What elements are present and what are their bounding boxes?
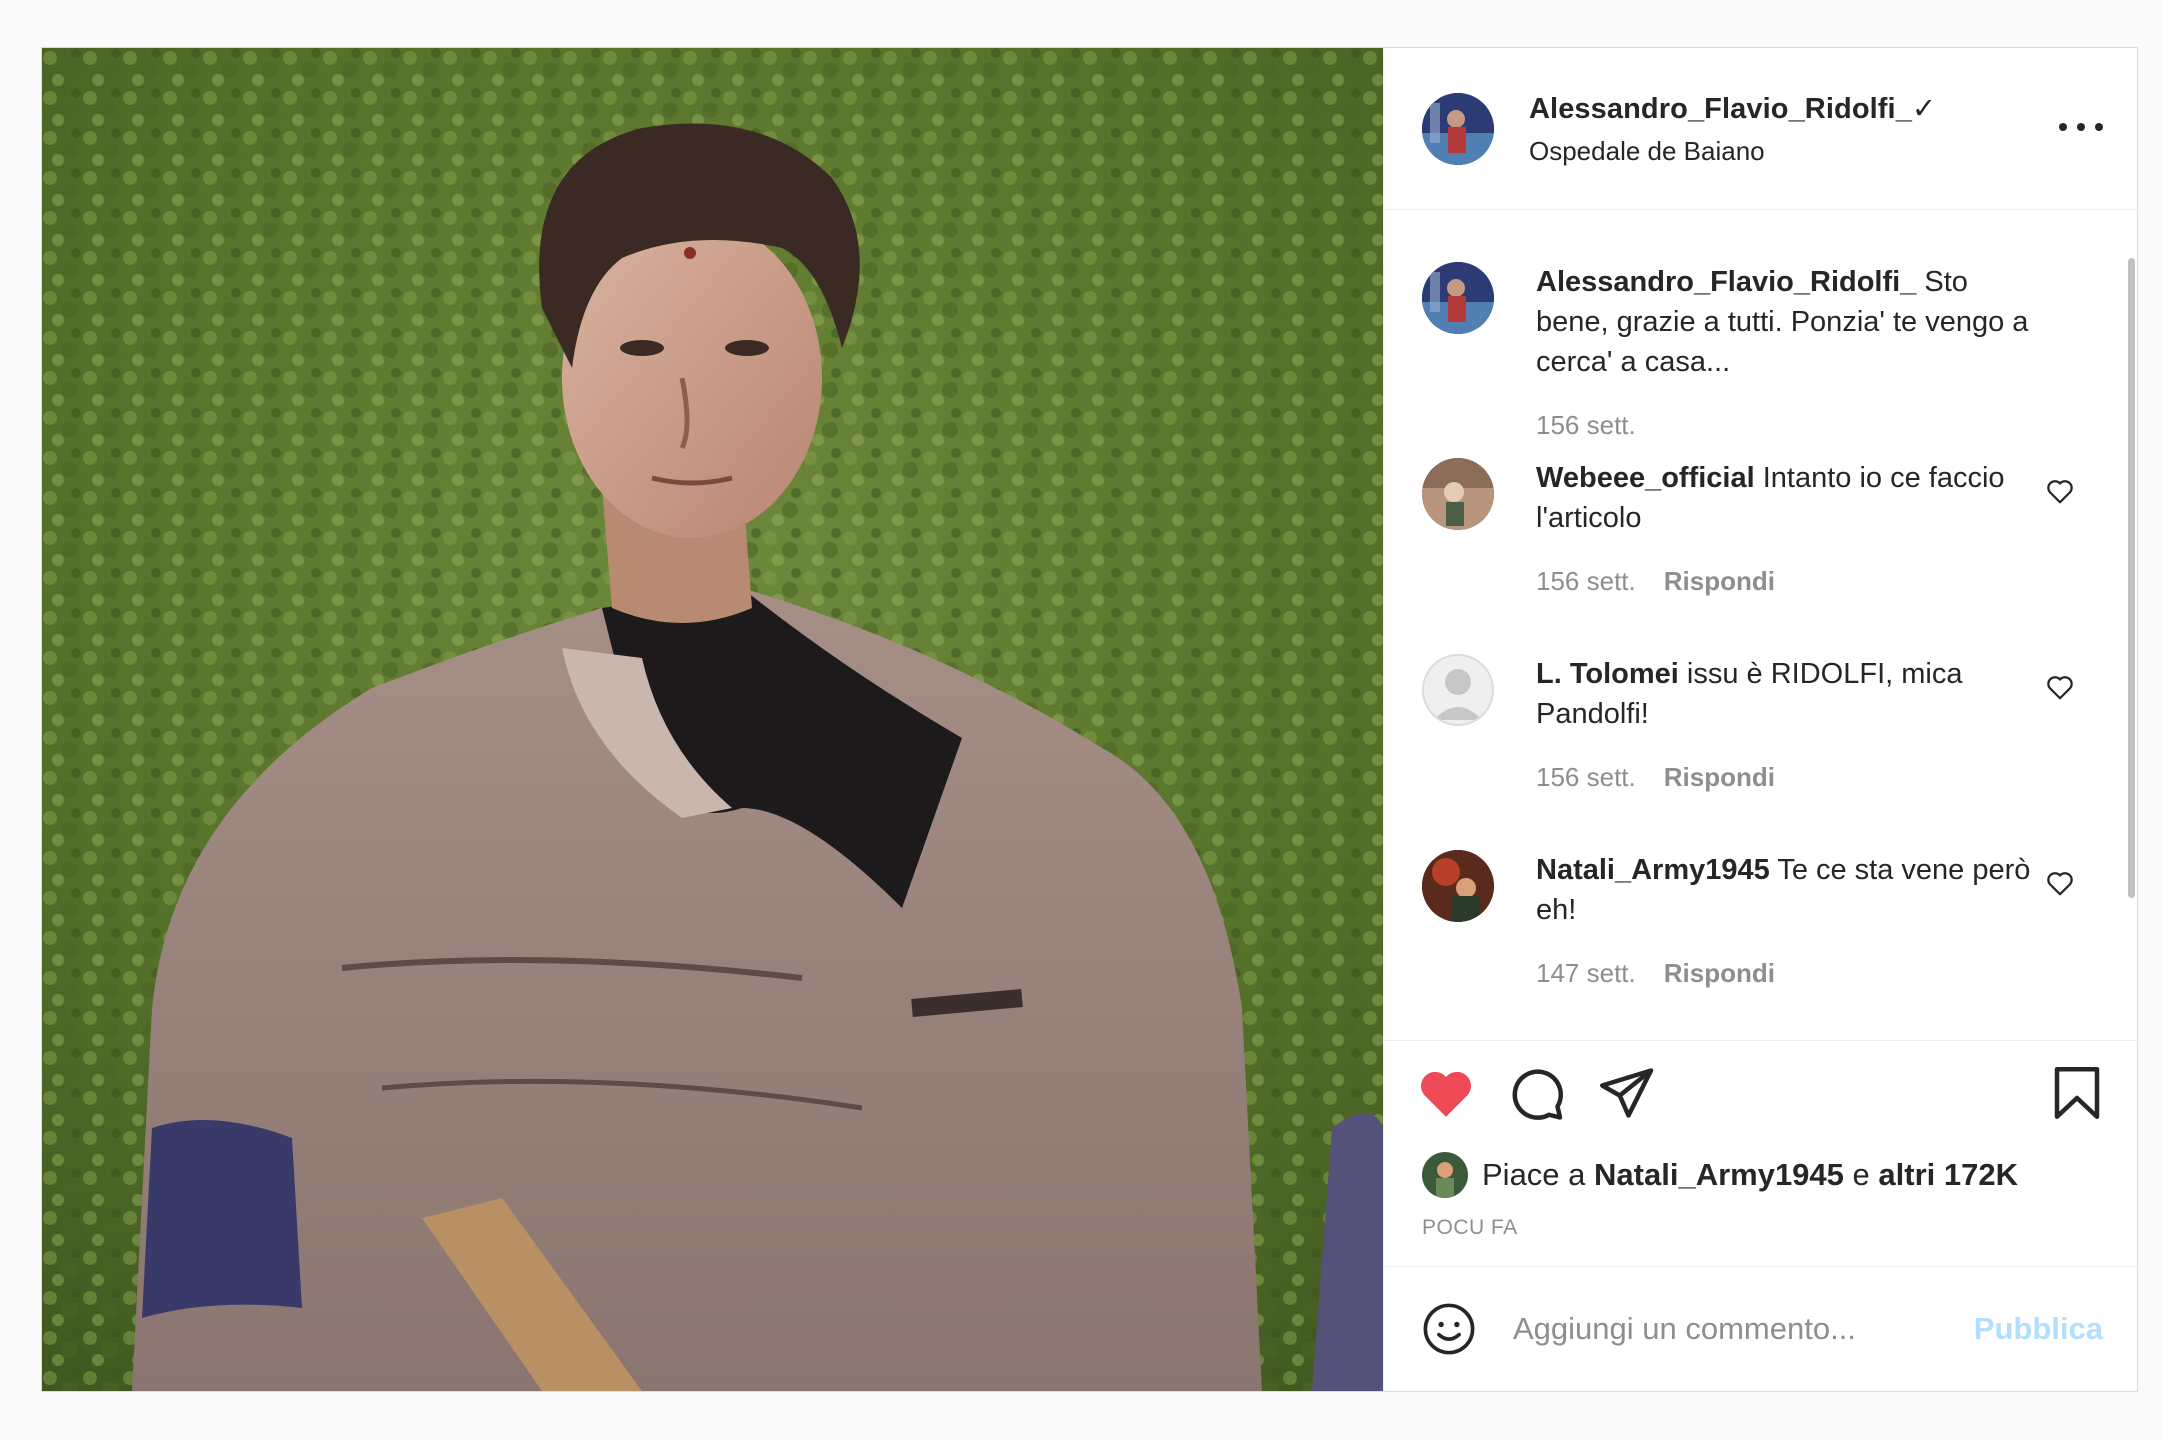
heart-icon[interactable]	[1416, 1063, 1476, 1123]
comment-meta: 156 sett. Rispondi	[1536, 762, 2036, 793]
comment-author[interactable]: Natali_Army1945	[1536, 854, 1770, 886]
commenter-avatar[interactable]	[1422, 458, 1494, 530]
reply-button[interactable]: Rispondi	[1664, 958, 1775, 989]
likes-summary: Piace a Natali_Army1945 e altri 172K	[1422, 1152, 2018, 1198]
post-header: Alessandro_Flavio_Ridolfi_✓ Ospedale de …	[1384, 48, 2137, 210]
commenter-avatar[interactable]	[1422, 654, 1494, 726]
comment-text: Webeee_official Intanto io ce faccio l'a…	[1536, 458, 2036, 538]
comment-item: L. Tolomei issu è RIDOLFI, mica Pandolfi…	[1422, 654, 2075, 793]
comment-text: L. Tolomei issu è RIDOLFI, mica Pandolfi…	[1536, 654, 2036, 734]
send-icon[interactable]	[1596, 1063, 1656, 1123]
comment-meta: 156 sett.	[1536, 410, 2036, 441]
reply-button[interactable]: Rispondi	[1664, 762, 1775, 793]
comment-time[interactable]: 156 sett.	[1536, 762, 1636, 793]
likes-prefix: Piace a	[1482, 1157, 1586, 1192]
comment-author[interactable]: L. Tolomei	[1536, 658, 1679, 690]
comment-item: Webeee_official Intanto io ce faccio l'a…	[1422, 458, 2075, 597]
comment-text: Natali_Army1945 Te ce sta vene però eh!	[1536, 850, 2036, 930]
comment-meta: 147 sett. Rispondi	[1536, 958, 2036, 989]
commenter-avatar[interactable]	[1422, 850, 1494, 922]
action-bar	[1384, 1041, 2137, 1151]
dot	[2077, 123, 2085, 131]
comments-list[interactable]: Alessandro_Flavio_Ridolfi_ Sto bene, gra…	[1384, 210, 2137, 1041]
caption-author[interactable]: Alessandro_Flavio_Ridolfi_	[1536, 266, 1916, 298]
publish-button[interactable]: Pubblica	[1974, 1311, 2103, 1347]
reply-button[interactable]: Rispondi	[1664, 566, 1775, 597]
bookmark-icon[interactable]	[2047, 1063, 2107, 1123]
caption-time[interactable]: 156 sett.	[1536, 410, 1636, 441]
caption: Alessandro_Flavio_Ridolfi_ Sto bene, gra…	[1422, 262, 2072, 441]
comment-author[interactable]: Webeee_official	[1536, 462, 1755, 494]
comment-item: Natali_Army1945 Te ce sta vene però eh! …	[1422, 850, 2075, 989]
comment-icon[interactable]	[1506, 1063, 1566, 1123]
post-location[interactable]: Ospedale de Baiano	[1529, 136, 1936, 167]
liker-avatar[interactable]	[1422, 1152, 1468, 1198]
heart-icon[interactable]	[2045, 672, 2075, 702]
heart-icon[interactable]	[2045, 476, 2075, 506]
post-time[interactable]: POCU FA	[1422, 1216, 1518, 1240]
likes-user[interactable]: Natali_Army1945	[1594, 1157, 1844, 1193]
comment-meta: 156 sett. Rispondi	[1536, 566, 2036, 597]
caption-text: Alessandro_Flavio_Ridolfi_ Sto bene, gra…	[1536, 262, 2036, 382]
post-card: Alessandro_Flavio_Ridolfi_✓ Ospedale de …	[41, 47, 2138, 1392]
emoji-icon[interactable]	[1422, 1302, 1476, 1356]
comment-time[interactable]: 147 sett.	[1536, 958, 1636, 989]
photo-image	[42, 48, 1383, 1391]
heart-icon[interactable]	[2045, 868, 2075, 898]
add-comment-bar: Pubblica	[1384, 1266, 2137, 1391]
comments-scrollbar[interactable]	[2128, 258, 2135, 898]
post-author[interactable]: Alessandro_Flavio_Ridolfi_✓	[1529, 91, 1936, 126]
post-sidebar: Alessandro_Flavio_Ridolfi_✓ Ospedale de …	[1383, 48, 2137, 1391]
likes-conj: e	[1852, 1157, 1870, 1192]
author-avatar[interactable]	[1422, 262, 1494, 334]
likes-others[interactable]: altri 172K	[1878, 1157, 2018, 1193]
more-icon[interactable]	[2059, 112, 2103, 142]
comment-time[interactable]: 156 sett.	[1536, 566, 1636, 597]
post-photo[interactable]	[42, 48, 1383, 1391]
dot	[2095, 123, 2103, 131]
author-avatar[interactable]	[1422, 92, 1494, 165]
comment-input[interactable]	[1513, 1311, 1974, 1347]
dot	[2059, 123, 2067, 131]
